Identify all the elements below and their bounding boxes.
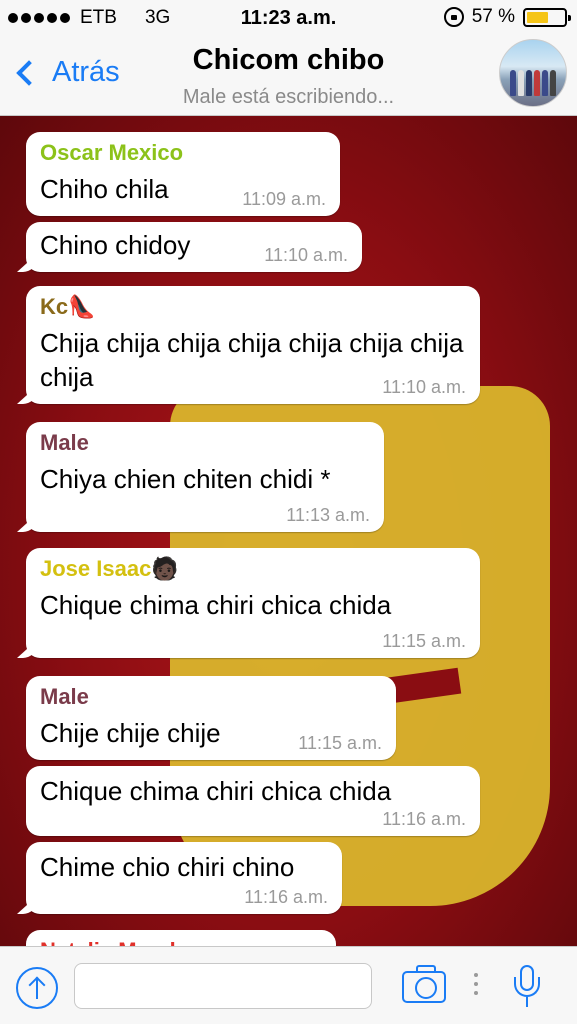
input-bar: [0, 946, 577, 1024]
message-bubble[interactable]: Oscar Mexico Chiho chila 11:09 a.m.: [26, 132, 340, 216]
message-bubble[interactable]: Male Chiya chien chiten chidi * 11:13 a.…: [26, 422, 384, 532]
battery-icon: [523, 7, 571, 27]
message-bubble[interactable]: Chique chima chiri chica chida 11:16 a.m…: [26, 766, 480, 836]
message-time: 11:15 a.m.: [298, 733, 382, 753]
message-time: 11:15 a.m.: [382, 631, 466, 651]
camera-icon[interactable]: [402, 965, 446, 1003]
message-time: 11:16 a.m.: [244, 887, 328, 907]
message-time: 11:10 a.m.: [382, 377, 466, 397]
chat-title[interactable]: Chicom chibo: [0, 44, 577, 77]
message-text: Chique chima chiri chica chida: [40, 590, 392, 620]
message-input[interactable]: [74, 963, 372, 1009]
typing-status: Male está escribiendo...: [182, 86, 395, 108]
status-bar: ETB 3G 11:23 a.m. 57 %: [0, 0, 577, 36]
battery-fill: [527, 11, 548, 23]
message-sender: Male: [40, 430, 89, 455]
message-sender: Oscar Mexico: [40, 140, 184, 165]
message-time: 11:09 a.m.: [242, 189, 326, 209]
chat-area[interactable]: Oscar Mexico Chiho chila 11:09 a.m. Chin…: [0, 116, 577, 946]
battery-percent: 57 %: [471, 6, 515, 27]
rotation-lock-icon: [443, 7, 464, 27]
message-bubble[interactable]: Natalia Mendez: [26, 930, 336, 946]
message-sender: Male: [40, 684, 89, 709]
chat-header: Atrás Chicom chibo Male está escribiendo…: [0, 36, 577, 116]
message-sender: Jose Isaac🧑🏿: [40, 556, 179, 581]
message-time: 11:13 a.m.: [286, 505, 370, 525]
status-right: 57 %: [443, 6, 571, 28]
message-bubble[interactable]: Kc👠 Chija chija chija chija chija chija …: [26, 286, 480, 404]
message-time: 11:16 a.m.: [382, 809, 466, 829]
message-bubble[interactable]: Jose Isaac🧑🏿 Chique chima chiri chica ch…: [26, 548, 480, 658]
message-sender: Kc👠: [40, 294, 96, 319]
attach-button[interactable]: [16, 967, 58, 1009]
message-bubble[interactable]: Chime chio chiri chino 11:16 a.m.: [26, 842, 342, 914]
message-bubble[interactable]: Chino chidoy 11:10 a.m.: [26, 222, 362, 272]
microphone-icon[interactable]: [514, 965, 542, 1009]
message-text: Chique chima chiri chica chida: [40, 776, 392, 806]
message-sender: Natalia Mendez: [40, 938, 322, 946]
group-avatar[interactable]: [499, 39, 567, 107]
more-options-icon[interactable]: [474, 973, 478, 995]
message-bubble[interactable]: Male Chije chije chije 11:15 a.m.: [26, 676, 396, 760]
message-text: Chiya chien chiten chidi *: [40, 464, 331, 494]
message-time: 11:10 a.m.: [264, 245, 348, 265]
message-text: Chime chio chiri chino: [40, 852, 295, 882]
